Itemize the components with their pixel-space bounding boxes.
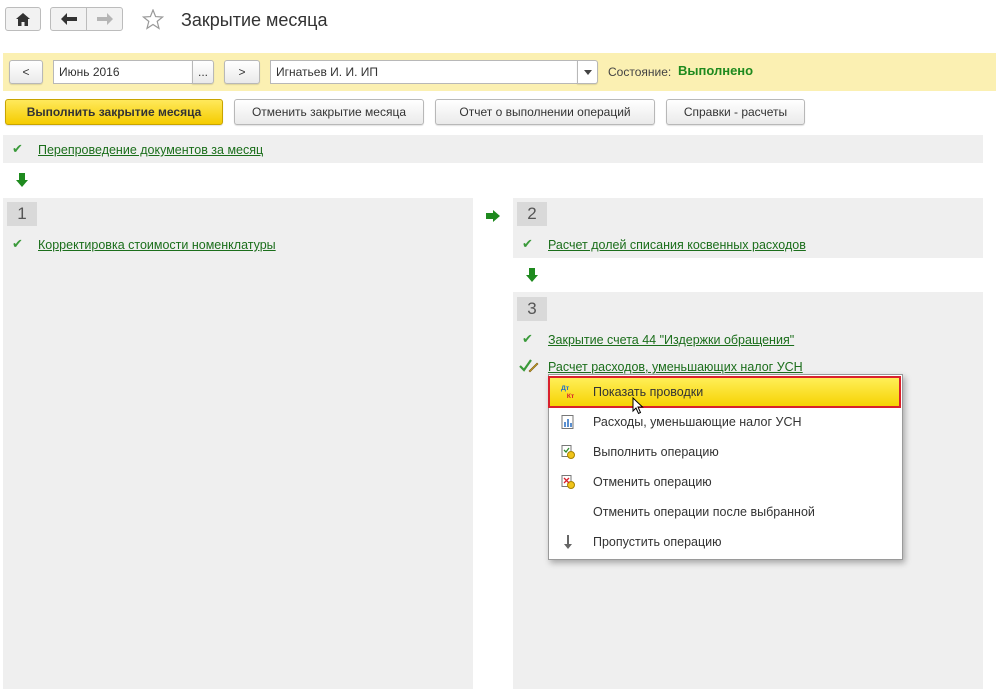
- home-button[interactable]: [5, 7, 41, 31]
- menu-item-run-operation[interactable]: Выполнить операцию: [549, 437, 900, 467]
- back-button[interactable]: [50, 7, 87, 31]
- menu-item-usn-expenses[interactable]: Расходы, уменьшающие налог УСН: [549, 407, 900, 437]
- organization-dropdown-button[interactable]: [577, 60, 598, 84]
- favorite-star-icon[interactable]: [142, 9, 164, 30]
- period-value: Июнь 2016: [59, 65, 120, 79]
- done-check-pencil-icon: [519, 359, 539, 373]
- menu-item-label: Отменить операции после выбранной: [593, 505, 815, 519]
- arrow-right-icon: [486, 210, 500, 222]
- done-check-icon: ✔: [522, 331, 533, 346]
- state-value: Выполнено: [678, 63, 754, 78]
- period-next-button[interactable]: >: [224, 60, 260, 84]
- step-2-item-link[interactable]: Расчет долей списания косвенных расходов: [548, 238, 806, 252]
- calculations-button[interactable]: Справки - расчеты: [666, 99, 805, 125]
- arrow-down-icon: [526, 268, 538, 282]
- cancel-month-close-button[interactable]: Отменить закрытие месяца: [234, 99, 424, 125]
- repost-link[interactable]: Перепроведение документов за месяц: [38, 143, 263, 157]
- page-title: Закрытие месяца: [181, 10, 328, 30]
- menu-item-cancel-operation[interactable]: Отменить операцию: [549, 467, 900, 497]
- svg-text:Кт: Кт: [567, 393, 575, 399]
- done-check-icon: ✔: [522, 236, 533, 251]
- step-3-item-link[interactable]: Закрытие счета 44 "Издержки обращения": [548, 333, 794, 347]
- menu-item-cancel-after-selected[interactable]: Отменить операции после выбранной: [549, 497, 900, 527]
- menu-item-label: Показать проводки: [593, 385, 704, 399]
- context-menu: Дт Кт Показать проводки Расходы, уменьша…: [548, 374, 903, 560]
- step-number-3: 3: [517, 297, 547, 321]
- period-picker-button[interactable]: ...: [192, 60, 214, 84]
- chevron-down-icon: [583, 69, 592, 75]
- run-month-close-button[interactable]: Выполнить закрытие месяца: [5, 99, 223, 125]
- step-block-1: [3, 198, 473, 689]
- step-3-item-link-2[interactable]: Расчет расходов, уменьшающих налог УСН: [548, 360, 803, 374]
- report-button[interactable]: Отчет о выполнении операций: [435, 99, 655, 125]
- menu-item-label: Выполнить операцию: [593, 445, 719, 459]
- step-1-item-link[interactable]: Корректировка стоимости номенклатуры: [38, 238, 276, 252]
- done-check-icon: ✔: [12, 141, 23, 156]
- arrow-left-icon: [60, 13, 77, 25]
- menu-item-label: Расходы, уменьшающие налог УСН: [593, 415, 802, 429]
- menu-item-show-entries[interactable]: Дт Кт Показать проводки: [548, 376, 901, 408]
- period-prev-button[interactable]: <: [9, 60, 43, 84]
- period-field[interactable]: Июнь 2016: [53, 60, 193, 84]
- arrow-right-icon: [96, 13, 113, 25]
- report-icon: [561, 415, 574, 429]
- state-label: Состояние:: [608, 65, 672, 79]
- skip-arrow-icon: [564, 535, 572, 549]
- organization-value: Игнатьев И. И. ИП: [276, 65, 379, 79]
- step-number-2: 2: [517, 202, 547, 226]
- forward-button[interactable]: [86, 7, 123, 31]
- dt-kt-icon: Дт Кт: [561, 385, 575, 399]
- svg-text:Дт: Дт: [561, 385, 570, 392]
- menu-item-skip-operation[interactable]: Пропустить операцию: [549, 527, 900, 557]
- organization-field[interactable]: Игнатьев И. И. ИП: [270, 60, 578, 84]
- step-number-1: 1: [7, 202, 37, 226]
- menu-item-label: Пропустить операцию: [593, 535, 722, 549]
- run-operation-icon: [561, 445, 575, 459]
- mouse-cursor-icon: [632, 397, 644, 415]
- cancel-operation-icon: [561, 475, 575, 489]
- done-check-icon: ✔: [12, 236, 23, 251]
- home-icon: [16, 12, 30, 26]
- arrow-down-icon: [16, 173, 28, 187]
- menu-item-label: Отменить операцию: [593, 475, 712, 489]
